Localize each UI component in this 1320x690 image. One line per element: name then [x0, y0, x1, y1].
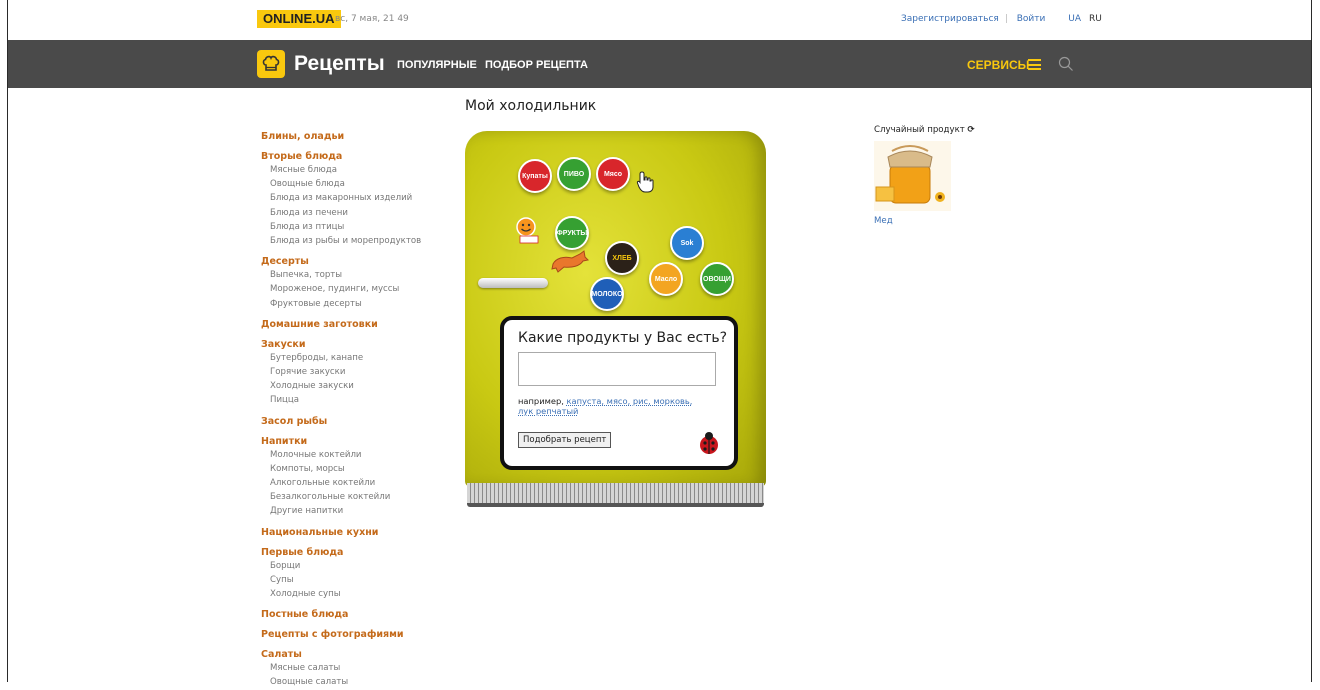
sidebar-category[interactable]: Домашние заготовки	[261, 318, 451, 331]
sidebar-subcategory[interactable]: Блюда из печени	[261, 206, 451, 220]
sidebar-subcategory[interactable]: Алкогольные коктейли	[261, 476, 451, 490]
magnet-moloko[interactable]: МОЛОКО	[590, 277, 624, 311]
sidebar-category[interactable]: Рецепты с фотографиями	[261, 628, 451, 641]
sidebar-subcategory[interactable]: Горячие закуски	[261, 365, 451, 379]
current-date: вс, 7 мая, 21 49	[335, 14, 409, 24]
sidebar-subcategory[interactable]: Овощные салаты	[261, 675, 451, 689]
search-icon[interactable]	[1058, 56, 1074, 72]
sidebar-subcategory[interactable]: Супы	[261, 573, 451, 587]
category-sidebar: Блины, оладьи Вторые блюда Мясные блюда Ово…	[261, 130, 451, 690]
sidebar-subcategory[interactable]: Холодные закуски	[261, 379, 451, 393]
lang-ua-link[interactable]: UA	[1068, 14, 1081, 24]
sidebar-subcategory[interactable]: Молочные коктейли	[261, 448, 451, 462]
refresh-icon[interactable]: ⟳	[968, 125, 975, 135]
page-title: Мой холодильник	[465, 98, 597, 114]
ingredients-hint: например, капуста, мясо, рис, морковь, л…	[518, 396, 708, 416]
smiley-magnet-icon[interactable]	[514, 217, 540, 245]
sidebar-category[interactable]: Напитки	[261, 435, 451, 448]
random-product-label: Случайный продукт ⟳	[874, 124, 975, 136]
account-links: Зарегистрироваться | Войти UA RU	[901, 12, 1108, 26]
register-link[interactable]: Зарегистрироваться	[901, 14, 999, 24]
cat-magnet-icon[interactable]	[550, 248, 590, 274]
ingredients-input[interactable]	[518, 352, 716, 386]
ladybug-icon	[696, 430, 722, 456]
sidebar-category[interactable]: Национальные кухни	[261, 526, 451, 539]
magnet-label: МОЛОКО	[591, 290, 623, 298]
sidebar-subcategory[interactable]: Мороженое, пудинги, муссы	[261, 282, 451, 296]
main-nav: Рецепты ПОПУЛЯРНЫЕ ПОДБОР РЕЦЕПТА СЕРВИС…	[8, 40, 1311, 88]
sidebar-category[interactable]: Засол рыбы	[261, 415, 451, 428]
lang-ru-link[interactable]: RU	[1089, 14, 1102, 24]
ingredients-form: Какие продукты у Вас есть? например, кап…	[500, 316, 738, 470]
magnet-ovoshchi[interactable]: ОВОЩИ	[700, 262, 734, 296]
honey-product-link[interactable]: Мед	[874, 215, 893, 227]
magnet-label: Купаты	[522, 172, 548, 180]
sidebar-category[interactable]: Блины, оладьи	[261, 130, 451, 143]
sidebar-subcategory[interactable]: Фруктовые десерты	[261, 297, 451, 311]
nav-select-recipe[interactable]: ПОДБОР РЕЦЕПТА	[485, 58, 588, 72]
sidebar-subcategory[interactable]: Блюда из рыбы и морепродуктов	[261, 234, 451, 248]
sidebar-subcategory[interactable]: Безалкогольные коктейли	[261, 490, 451, 504]
hand-cursor-icon	[636, 170, 656, 194]
fridge-base	[467, 483, 764, 507]
magnet-label: ФРУКТЫ	[556, 229, 588, 237]
sidebar-subcategory[interactable]: Борщи	[261, 559, 451, 573]
sidebar-category[interactable]: Первые блюда	[261, 546, 451, 559]
link-separator: |	[1004, 14, 1008, 24]
magnet-frukty[interactable]: ФРУКТЫ	[555, 216, 589, 250]
sidebar-subcategory[interactable]: Выпечка, торты	[261, 268, 451, 282]
sidebar-subcategory[interactable]: Блюда из птицы	[261, 220, 451, 234]
sidebar-category[interactable]: Десерты	[261, 255, 451, 268]
magnet-label: ОВОЩИ	[703, 275, 731, 283]
sidebar-subcategory[interactable]: Овощные блюда	[261, 177, 451, 191]
sidebar-subcategory[interactable]: Другие напитки	[261, 504, 451, 518]
sidebar-subcategory[interactable]: Холодные супы	[261, 587, 451, 601]
ingredients-question: Какие продукты у Вас есть?	[518, 330, 728, 346]
sidebar-category[interactable]: Постные блюда	[261, 608, 451, 621]
magnet-sok[interactable]: Sok	[670, 226, 704, 260]
magnet-label: Масло	[654, 275, 678, 283]
top-bar: ONLINE.UA вс, 7 мая, 21 49 Зарегистриров…	[8, 0, 1311, 40]
menu-icon[interactable]	[1028, 59, 1041, 70]
honey-product-image[interactable]	[874, 141, 951, 211]
sidebar-subcategory[interactable]: Мясные салаты	[261, 661, 451, 675]
services-menu[interactable]: СЕРВИСЫ	[967, 57, 1029, 73]
hint-prefix: например,	[518, 396, 567, 406]
nav-popular[interactable]: ПОПУЛЯРНЫЕ	[397, 58, 477, 72]
sidebar-subcategory[interactable]: Пицца	[261, 393, 451, 407]
sidebar-category[interactable]: Салаты	[261, 648, 451, 661]
sidebar-subcategory[interactable]: Компоты, морсы	[261, 462, 451, 476]
find-recipe-button[interactable]: Подобрать рецепт	[518, 432, 612, 448]
login-link[interactable]: Войти	[1017, 14, 1046, 24]
fridge-handle	[478, 278, 548, 288]
window-left-border	[7, 0, 8, 682]
magnet-label: ПИВО	[563, 170, 585, 178]
sidebar-category[interactable]: Закуски	[261, 338, 451, 351]
magnet-label: ХЛЕБ	[612, 254, 632, 262]
chef-hat-icon[interactable]	[257, 50, 285, 78]
magnet-pivo[interactable]: ПИВО	[557, 157, 591, 191]
magnet-kupaty[interactable]: Купаты	[518, 159, 552, 193]
magnet-label: Мясо	[603, 170, 623, 178]
sidebar-subcategory[interactable]: Бутерброды, канапе	[261, 351, 451, 365]
random-product-text: Случайный продукт	[874, 125, 965, 135]
online-ua-logo[interactable]: ONLINE.UA	[257, 10, 341, 28]
recipes-title[interactable]: Рецепты	[294, 50, 385, 78]
magnet-myaso[interactable]: Мясо	[596, 157, 630, 191]
sidebar-subcategory[interactable]: Блюда из макаронных изделий	[261, 191, 451, 205]
sidebar-subcategory[interactable]: Мясные блюда	[261, 163, 451, 177]
sidebar-category[interactable]: Вторые блюда	[261, 150, 451, 163]
window-right-border	[1311, 0, 1312, 682]
magnet-label: Sok	[680, 239, 694, 247]
magnet-maslo[interactable]: Масло	[649, 262, 683, 296]
magnet-hleb[interactable]: ХЛЕБ	[605, 241, 639, 275]
